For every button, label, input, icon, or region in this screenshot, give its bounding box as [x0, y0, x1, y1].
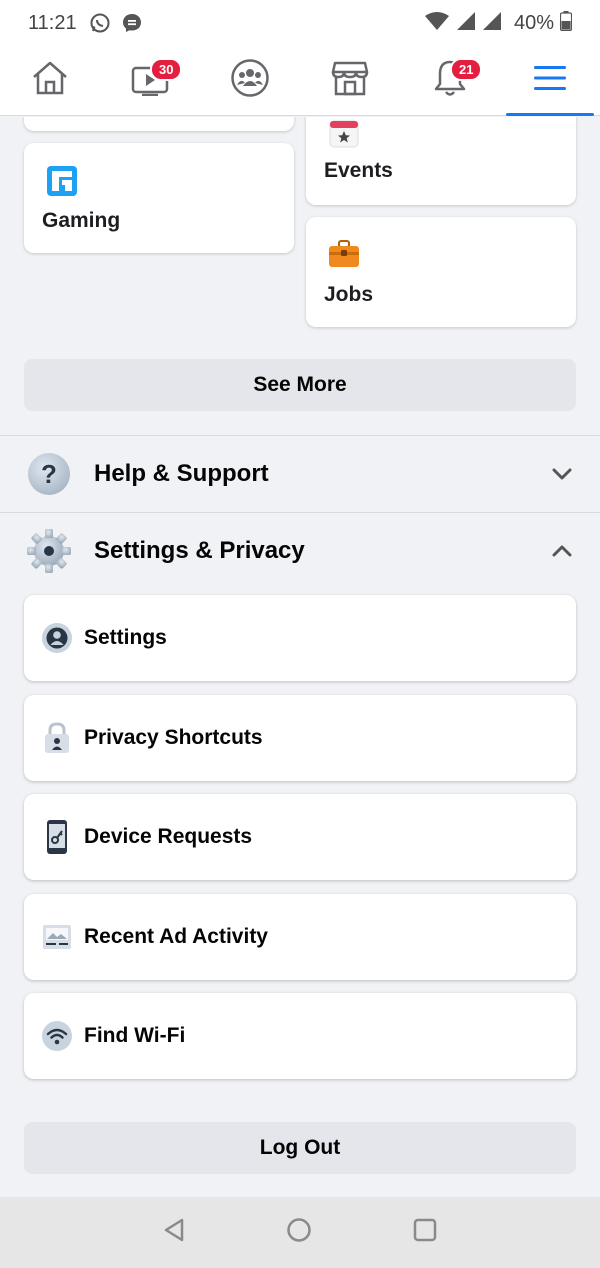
nav-watch[interactable]: 30	[100, 46, 200, 115]
groups-icon	[230, 58, 270, 103]
gaming-label: Gaming	[42, 209, 121, 232]
shortcut-card-partial[interactable]	[24, 117, 294, 131]
device-requests-label: Device Requests	[84, 825, 253, 848]
notifications-badge: 21	[450, 58, 483, 81]
cell-signal-icon-2	[482, 11, 502, 36]
settings-privacy-title: Settings & Privacy	[94, 537, 305, 564]
home-button-icon[interactable]	[286, 1217, 312, 1248]
svg-text:?: ?	[41, 459, 57, 489]
android-navigation-bar	[0, 1197, 600, 1268]
nav-home[interactable]	[0, 46, 100, 115]
settings-item[interactable]: Settings	[24, 595, 576, 681]
whatsapp-icon	[89, 12, 111, 34]
jobs-label: Jobs	[324, 283, 374, 306]
help-support-title: Help & Support	[94, 460, 269, 487]
wifi-icon	[40, 1019, 74, 1053]
cell-signal-icon	[456, 11, 476, 36]
privacy-shortcuts-item[interactable]: Privacy Shortcuts	[24, 695, 576, 781]
battery-icon	[559, 10, 573, 36]
shortcut-card-gaming[interactable]: Gaming	[24, 143, 294, 253]
status-bar: 11:21 40%	[0, 0, 600, 46]
find-wifi-item[interactable]: Find Wi-Fi	[24, 993, 576, 1079]
status-time: 11:21	[28, 11, 77, 34]
privacy-shortcuts-label: Privacy Shortcuts	[84, 726, 263, 749]
jobs-icon	[328, 239, 360, 274]
nav-groups[interactable]	[200, 46, 300, 115]
wifi-signal-icon	[424, 11, 450, 36]
battery-percent: 40%	[513, 11, 554, 34]
help-support-row[interactable]: ? Help & Support	[0, 436, 600, 512]
watch-badge: 30	[150, 58, 183, 81]
lock-icon	[40, 721, 74, 755]
ad-icon	[40, 920, 74, 954]
phone-key-icon	[40, 820, 74, 854]
recents-icon[interactable]	[412, 1217, 438, 1248]
recent-ad-activity-item[interactable]: Recent Ad Activity	[24, 894, 576, 980]
menu-content: Events Gaming Jobs See More ? Help & Sup…	[0, 117, 600, 1197]
shortcut-card-events[interactable]: Events	[306, 117, 576, 205]
find-wifi-label: Find Wi-Fi	[84, 1024, 186, 1047]
nav-notifications[interactable]: 21	[400, 46, 500, 115]
shortcut-card-jobs[interactable]: Jobs	[306, 217, 576, 327]
top-navigation: 30 21	[0, 46, 600, 116]
recent-ad-activity-label: Recent Ad Activity	[84, 925, 268, 948]
settings-label: Settings	[84, 626, 167, 649]
nav-marketplace[interactable]	[300, 46, 400, 115]
device-requests-item[interactable]: Device Requests	[24, 794, 576, 880]
gaming-icon	[46, 165, 78, 202]
settings-privacy-row[interactable]: Settings & Privacy	[0, 513, 600, 589]
account-icon	[40, 621, 74, 655]
events-label: Events	[324, 159, 393, 182]
home-icon	[31, 60, 69, 101]
events-icon	[328, 119, 360, 154]
help-icon: ?	[26, 451, 72, 497]
chevron-down-icon	[550, 462, 574, 486]
back-icon[interactable]	[162, 1217, 186, 1248]
menu-icon	[533, 64, 567, 97]
nav-menu[interactable]	[500, 46, 600, 116]
marketplace-icon	[330, 59, 370, 102]
chevron-up-icon	[550, 539, 574, 563]
messenger-icon	[121, 12, 143, 34]
gear-icon	[26, 528, 72, 574]
see-more-button[interactable]: See More	[24, 359, 576, 411]
active-tab-indicator	[506, 113, 594, 116]
log-out-button[interactable]: Log Out	[24, 1122, 576, 1174]
